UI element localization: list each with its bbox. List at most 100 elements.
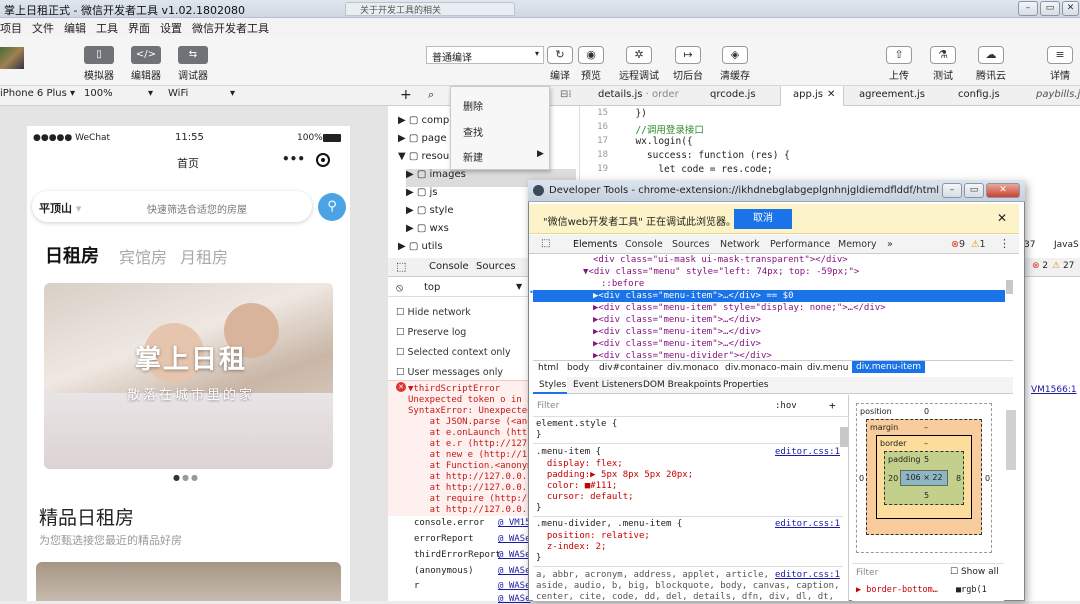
tab-sources[interactable]: Sources	[476, 261, 516, 272]
carousel-dots[interactable]: ●●●	[173, 473, 203, 482]
crumb-menu[interactable]: div.menu	[807, 363, 848, 373]
inspect-icon[interactable]: ⬚	[396, 260, 406, 273]
debugger-button[interactable]: ⇆ 调试器	[178, 46, 208, 82]
css-source-link[interactable]: editor.css:1	[775, 519, 840, 530]
devtools-titlebar[interactable]: Developer Tools - chrome-extension://ikh…	[528, 180, 1025, 202]
menu-project[interactable]: 项目	[0, 18, 27, 36]
menu-item-delete[interactable]: 删除	[463, 98, 483, 113]
dt-close-button[interactable]: ✕	[986, 183, 1020, 198]
city-select[interactable]: 平顶山 ▾	[39, 200, 81, 216]
listing-image[interactable]	[36, 562, 341, 601]
dom-node[interactable]: ▶<div class="menu-item">…</div>	[533, 326, 1005, 338]
preserve-log-checkbox[interactable]: ☐ Preserve log	[396, 323, 511, 343]
preview-button[interactable]: ◉ 预览	[578, 46, 604, 82]
tree-folder-js[interactable]: ▶ ▢ js	[406, 187, 438, 205]
simulator-button[interactable]: ▯ 模拟器	[84, 46, 114, 82]
menu-settings[interactable]: 设置	[155, 18, 187, 36]
more-icon[interactable]: •••	[282, 152, 305, 166]
scrollbar[interactable]	[1006, 410, 1016, 470]
banner-image[interactable]: 掌上日租 散落在城市里的家	[44, 283, 333, 469]
tab-console[interactable]: Console	[429, 261, 469, 272]
tab-config-js[interactable]: config.js	[958, 89, 1000, 100]
subtab-properties[interactable]: Properties	[723, 380, 768, 390]
tab-qrcode-js[interactable]: qrcode.js	[710, 89, 756, 100]
menu-item-new[interactable]: 新建	[463, 149, 483, 164]
add-icon[interactable]: +	[400, 87, 412, 103]
stack-link[interactable]: @ WASe	[498, 581, 531, 591]
crumb-html[interactable]: html	[538, 363, 559, 373]
dom-node[interactable]: ▶<div class="menu-item" style="display: …	[533, 302, 1005, 314]
subtab-event-listeners[interactable]: Event Listeners	[573, 380, 643, 390]
stack-link[interactable]: @ WASe	[498, 566, 531, 576]
dom-node[interactable]: ::before	[533, 278, 1005, 290]
editor-button[interactable]: </> 编辑器	[131, 46, 161, 82]
computed-prop[interactable]: ▶ border-bottom…	[856, 585, 938, 595]
zoom-select[interactable]: 100% ▾	[84, 88, 156, 99]
crumb-monaco[interactable]: div.monaco	[667, 363, 719, 373]
menu-view[interactable]: 界面	[123, 18, 155, 36]
stack-link[interactable]: @ WASe	[498, 550, 531, 560]
close-button[interactable]: ✕	[1062, 1, 1079, 16]
tab-app-js[interactable]: app.js ✕	[780, 86, 844, 106]
tab-memory[interactable]: Memory	[838, 239, 877, 250]
stack-link[interactable]: @ WASe	[498, 534, 531, 544]
context-select[interactable]: top	[424, 282, 440, 293]
cancel-button[interactable]: 取消	[734, 209, 792, 229]
show-all-checkbox[interactable]: ☐ Show all	[950, 567, 999, 577]
add-rule-icon[interactable]: +	[829, 399, 836, 412]
search-input[interactable]: 快速筛选合适您的房屋	[147, 201, 247, 216]
stack-link[interactable]: @ VM15	[498, 518, 531, 528]
crumb-menu-item[interactable]: div.menu-item	[852, 361, 925, 373]
dt-minimize-button[interactable]: –	[942, 183, 962, 198]
hide-network-checkbox[interactable]: ☐ Hide network	[396, 303, 511, 323]
tab-hotel-room[interactable]: 宾馆房	[119, 244, 167, 268]
selected-context-checkbox[interactable]: ☐ Selected context only	[396, 343, 511, 363]
tab-details-js[interactable]: details.js · order	[598, 89, 679, 100]
styles-filter-input[interactable]: Filter	[537, 401, 559, 411]
tree-folder-resou[interactable]: ▼ ▢ resou	[398, 151, 449, 169]
dom-node[interactable]: ▶<div class="menu-item">…</div>	[533, 314, 1005, 326]
subtab-styles[interactable]: Styles	[539, 380, 566, 390]
upload-button[interactable]: ⇧ 上传	[886, 46, 912, 82]
tree-folder-comp[interactable]: ▶ ▢ comp	[398, 115, 449, 133]
scrollbar[interactable]	[840, 427, 848, 447]
css-source-link[interactable]: editor.css:1	[775, 447, 840, 458]
tencent-cloud-button[interactable]: ☁ 腾讯云	[976, 46, 1006, 82]
remote-debug-button[interactable]: ✲ 远程调试	[619, 46, 659, 82]
tab-console[interactable]: Console	[625, 239, 663, 250]
tab-elements[interactable]: Elements	[573, 239, 617, 250]
scrollbar[interactable]	[1006, 280, 1013, 294]
clear-cache-button[interactable]: ◈ 清缓存	[720, 46, 750, 82]
close-miniprogram-icon[interactable]	[316, 153, 330, 167]
kebab-menu-icon[interactable]: ⋮	[999, 237, 1010, 250]
dom-node[interactable]: ▶<div class="menu-item">…</div>	[533, 338, 1005, 350]
tree-folder-utils[interactable]: ▶ ▢ utils	[398, 241, 443, 259]
background-button[interactable]: ↦ 切后台	[673, 46, 703, 82]
network-select[interactable]: WiFi ▾	[168, 88, 240, 99]
close-tab-icon[interactable]: ✕	[827, 89, 835, 100]
tree-folder-wxs[interactable]: ▶ ▢ wxs	[406, 223, 449, 241]
dom-node[interactable]: <div class="ui-mask ui-mask-transparent"…	[533, 254, 1005, 266]
tab-agreement-js[interactable]: agreement.js	[859, 89, 925, 100]
tab-performance[interactable]: Performance	[770, 239, 830, 250]
menu-devtools[interactable]: 微信开发者工具	[187, 18, 274, 36]
tab-daily-rent[interactable]: 日租房	[45, 242, 99, 268]
clear-console-icon[interactable]: ⦸	[396, 281, 403, 295]
console-error-title[interactable]: ▼thirdScriptError	[408, 384, 500, 394]
test-button[interactable]: ⚗ 测试	[930, 46, 956, 82]
css-source-link[interactable]: editor.css:1	[775, 570, 840, 581]
menu-item-find[interactable]: 查找	[463, 124, 483, 139]
details-button[interactable]: ≡ 详情	[1047, 46, 1073, 82]
search-icon[interactable]: ⌕	[428, 88, 434, 102]
compile-button[interactable]: ↻ 编译	[547, 46, 573, 82]
tab-monthly-rent[interactable]: 月租房	[180, 244, 228, 268]
menu-file[interactable]: 文件	[27, 18, 59, 36]
device-select[interactable]: iPhone 6 Plus ▾	[0, 88, 75, 99]
menu-edit[interactable]: 编辑	[59, 18, 91, 36]
tree-folder-page[interactable]: ▶ ▢ page	[398, 133, 446, 151]
background-browser-tab[interactable]: 关于开发工具的相关	[345, 2, 515, 16]
menu-tools[interactable]: 工具	[91, 18, 123, 36]
computed-filter-input[interactable]: Filter	[856, 568, 878, 578]
stack-link[interactable]: @ WASe	[498, 594, 531, 604]
vm-link[interactable]: VM1566:1	[1031, 385, 1077, 395]
